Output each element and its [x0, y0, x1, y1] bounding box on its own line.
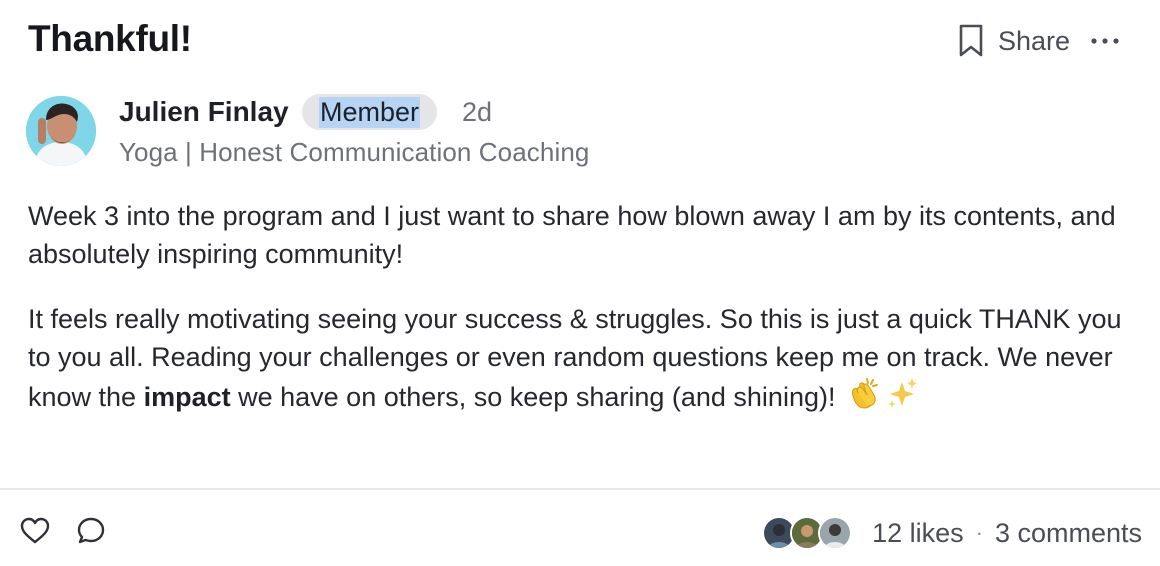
- header-actions: Share: [958, 20, 1120, 62]
- clapping-hands-icon: [847, 376, 881, 421]
- heart-icon[interactable]: [20, 517, 50, 550]
- bold-impact: impact: [143, 382, 231, 412]
- post-body: Week 3 into the program and I just want …: [28, 198, 1128, 449]
- comment-icon[interactable]: [76, 516, 106, 551]
- sparkles-icon: [885, 376, 919, 421]
- likes-count[interactable]: 12 likes: [872, 518, 964, 549]
- post-title: Thankful!: [28, 18, 192, 59]
- post-paragraph-2: It feels really motivating seeing your s…: [28, 301, 1128, 421]
- avatar[interactable]: [26, 96, 96, 166]
- separator: ·: [975, 520, 983, 545]
- post-time: 2d: [462, 97, 493, 127]
- engagement-summary: 12 likes · 3 comments: [762, 513, 1142, 553]
- comments-count[interactable]: 3 comments: [995, 518, 1142, 549]
- author-subtitle: Yoga | Honest Communication Coaching: [119, 137, 590, 167]
- share-button[interactable]: Share: [998, 26, 1070, 57]
- paragraph-2-text-end: we have on others, so keep sharing (and …: [230, 382, 836, 412]
- liker-avatars[interactable]: [762, 516, 853, 550]
- bookmark-icon[interactable]: [958, 24, 984, 58]
- post-paragraph-1: Week 3 into the program and I just want …: [28, 201, 1116, 269]
- divider: [0, 488, 1160, 490]
- member-badge: Member: [302, 94, 438, 130]
- liker-avatar: [818, 516, 853, 550]
- member-badge-label: Member: [319, 96, 421, 128]
- author-name[interactable]: Julien Finlay: [119, 96, 289, 128]
- reaction-actions: [20, 516, 106, 551]
- more-icon[interactable]: [1090, 36, 1120, 46]
